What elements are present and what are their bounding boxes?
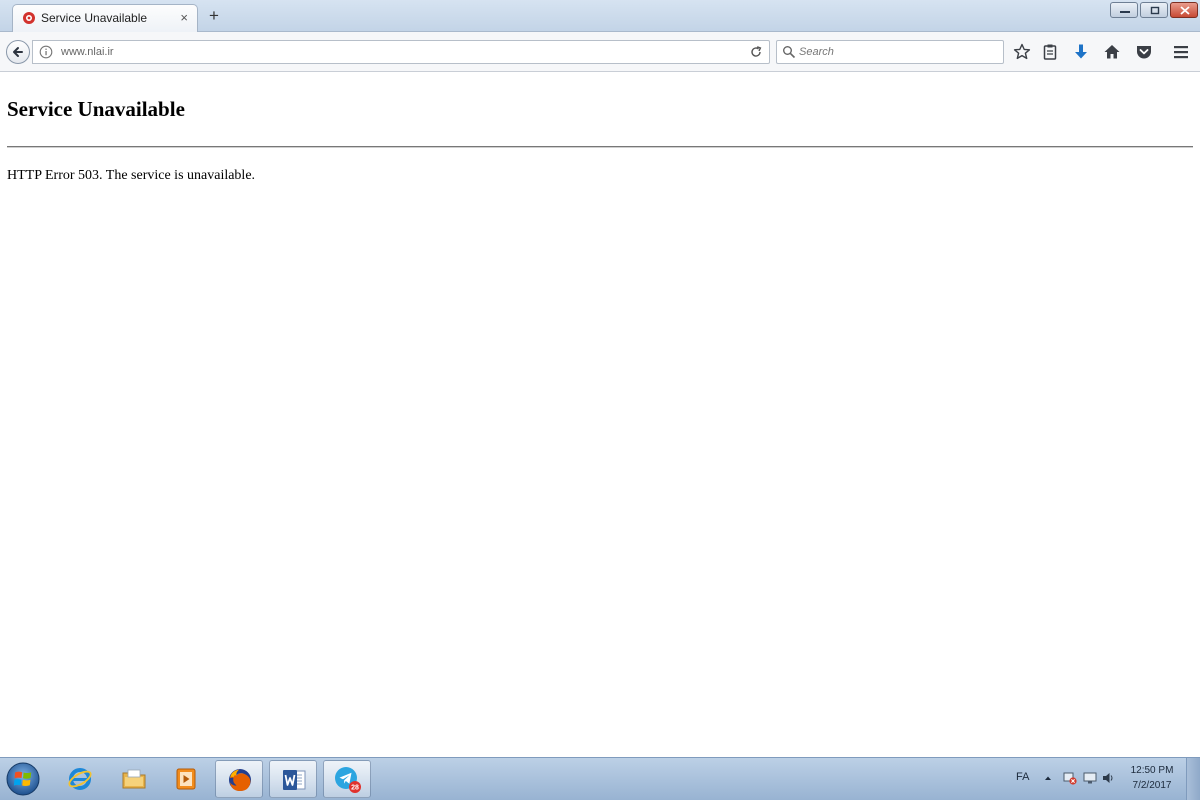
monitor-power-icon[interactable] — [1083, 771, 1097, 785]
clock-date: 7/2/2017 — [1132, 780, 1172, 791]
taskbar-word[interactable] — [269, 760, 317, 798]
navigation-toolbar: www.nlai.ir — [0, 32, 1200, 72]
library-clipboard-icon[interactable] — [1040, 42, 1060, 62]
file-explorer-icon — [122, 769, 146, 789]
windows-start-icon[interactable] — [4, 760, 42, 798]
horizontal-divider — [7, 146, 1193, 148]
title-bar: Service Unavailable × + — [0, 0, 1200, 32]
back-arrow-icon — [13, 47, 23, 57]
url-text[interactable]: www.nlai.ir — [61, 46, 114, 58]
volume-icon[interactable] — [1101, 771, 1115, 785]
back-button[interactable] — [6, 40, 30, 64]
error-message: HTTP Error 503. The service is unavailab… — [7, 168, 256, 183]
media-player-icon — [176, 768, 196, 790]
close-window-button[interactable] — [1170, 2, 1198, 18]
taskbar: 28 FA 12:50 PM 7/2/2017 — [0, 757, 1200, 800]
tab-title: Service Unavailable — [41, 11, 148, 25]
pocket-icon[interactable] — [1134, 42, 1154, 62]
page-title: Service Unavailable — [7, 97, 185, 121]
bookmark-star-icon[interactable] — [1012, 42, 1032, 62]
system-clock[interactable]: 12:50 PM 7/2/2017 — [1124, 763, 1180, 793]
hamburger-menu-icon[interactable] — [1171, 42, 1191, 62]
close-icon — [1180, 6, 1190, 15]
maximize-window-button[interactable] — [1140, 2, 1168, 18]
search-box[interactable] — [776, 40, 1004, 64]
show-hidden-icons-arrow-icon[interactable] — [1043, 773, 1053, 783]
taskbar-firefox[interactable] — [215, 760, 263, 798]
word-icon — [283, 770, 306, 790]
tab-service-unavailable[interactable]: Service Unavailable × — [12, 4, 198, 32]
tab-close-icon[interactable]: × — [180, 10, 188, 26]
telegram-icon: 28 — [335, 767, 361, 793]
search-input[interactable] — [799, 44, 997, 60]
taskbar-media-player[interactable] — [162, 760, 210, 798]
new-tab-button[interactable]: + — [204, 5, 224, 27]
telegram-unread-badge: 28 — [351, 785, 359, 792]
site-favicon-icon — [23, 12, 35, 24]
page-content: Service Unavailable HTTP Error 503. The … — [0, 73, 1200, 757]
home-icon[interactable] — [1102, 42, 1122, 62]
internet-explorer-icon — [68, 768, 92, 790]
firefox-icon — [229, 769, 251, 791]
taskbar-telegram[interactable]: 28 — [323, 760, 371, 798]
show-desktop-button[interactable] — [1186, 758, 1200, 800]
minimize-window-button[interactable] — [1110, 2, 1138, 18]
language-indicator[interactable]: FA — [1016, 771, 1029, 783]
restore-icon — [1150, 6, 1160, 15]
reload-icon[interactable] — [749, 45, 763, 59]
site-info-icon[interactable] — [39, 45, 53, 59]
search-icon — [783, 46, 796, 59]
taskbar-file-explorer[interactable] — [110, 760, 158, 798]
download-arrow-icon[interactable] — [1071, 42, 1091, 62]
taskbar-internet-explorer[interactable] — [56, 760, 104, 798]
minimize-icon — [1120, 11, 1130, 13]
clock-time: 12:50 PM — [1130, 765, 1174, 776]
network-error-icon[interactable] — [1063, 771, 1077, 785]
address-bar[interactable]: www.nlai.ir — [32, 40, 770, 64]
